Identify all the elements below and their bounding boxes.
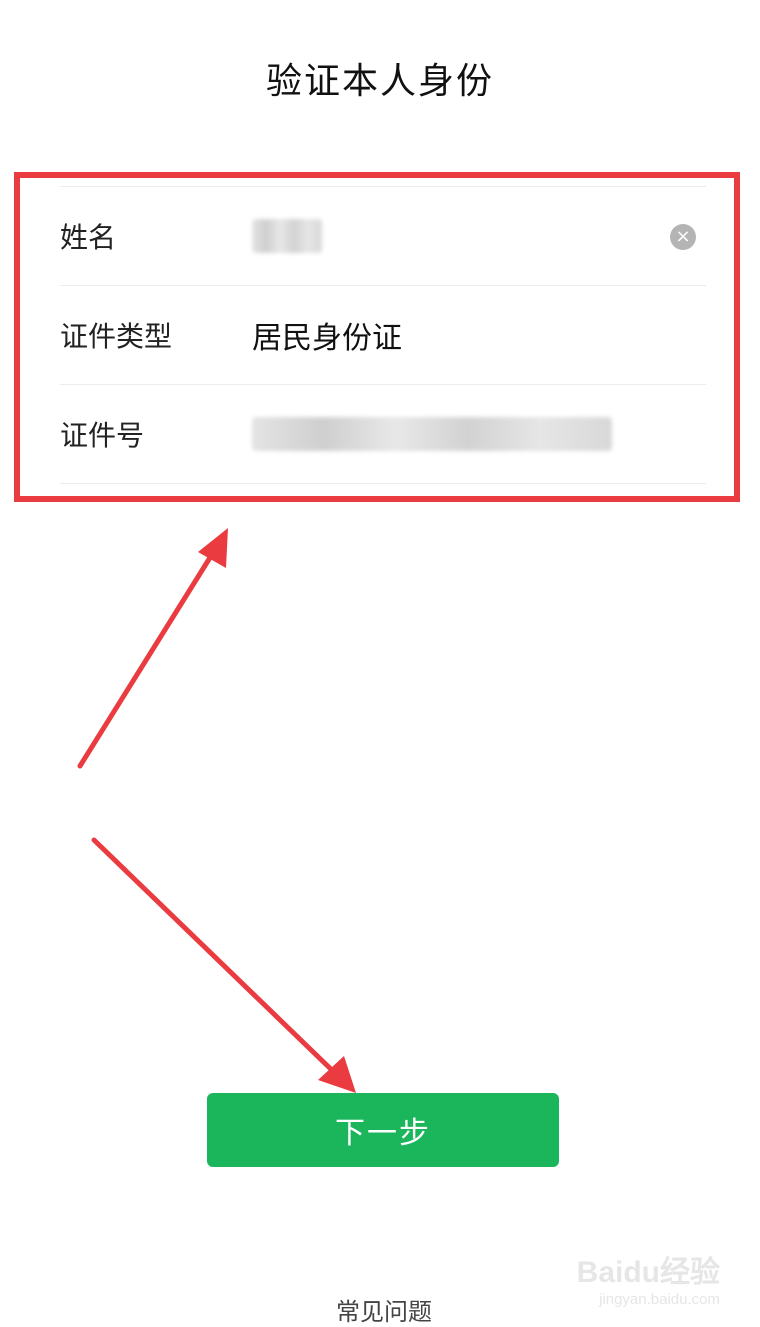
id-type-row[interactable]: 证件类型 居民身份证 — [60, 285, 706, 384]
id-type-value[interactable]: 居民身份证 — [252, 313, 402, 357]
id-type-label: 证件类型 — [60, 320, 173, 353]
identity-form: 姓名 × 证件类型 居民身份证 证件号 — [60, 186, 706, 484]
name-label: 姓名 — [60, 221, 117, 254]
id-number-label: 证件号 — [60, 419, 145, 452]
id-number-field-blurred[interactable] — [252, 417, 612, 451]
arrow-down-to-button — [91, 837, 356, 1093]
id-number-row[interactable]: 证件号 — [60, 384, 706, 484]
watermark-main: Baidu经验 — [576, 1256, 720, 1289]
arrow-up-to-form — [77, 528, 228, 769]
page-title: 验证本人身份 — [265, 61, 494, 102]
name-field-blurred[interactable] — [252, 219, 322, 253]
next-step-button[interactable]: 下一步 — [207, 1093, 559, 1167]
name-row[interactable]: 姓名 × — [60, 186, 706, 285]
clear-icon[interactable]: × — [670, 224, 696, 250]
faq-link[interactable]: 常见问题 — [0, 1292, 760, 1327]
